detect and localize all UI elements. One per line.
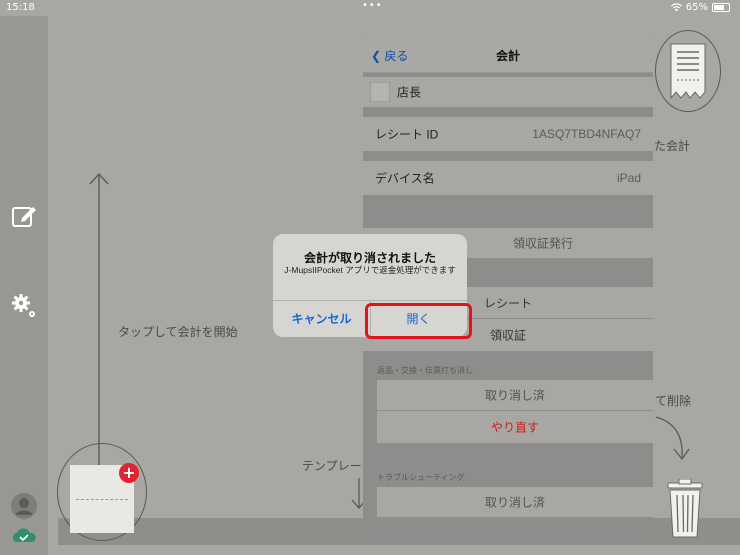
cloud-sync-icon[interactable] [10,528,38,544]
user-avatar-icon[interactable] [10,492,38,520]
cancel-button[interactable]: キャンセル [273,300,370,337]
hint-start: タップして会計を開始 [118,325,238,339]
staff-label: 店長 [397,85,422,100]
staff-avatar [370,82,390,102]
redo-button[interactable]: やり直す [377,411,653,443]
status-bar: 15:18 ••• 65% [0,0,740,16]
receipt-id-label: レシート ID [375,127,439,142]
dialog-title: 会計が取り消されました [303,251,436,265]
cancelled-row-1: 取り消し済 [377,380,653,410]
receipt-id-value: 1ASQ7TBD4NFAQ7 [532,127,641,141]
panel-title: 会計 [495,49,520,63]
troubleshooting-section-title: トラブルシューティング [377,473,465,482]
cancelled-row-2: 取り消し済 [377,487,653,517]
status-right: 65% [670,2,730,13]
status-time: 15:18 [6,2,35,13]
wifi-icon [670,3,682,12]
dialog-message: J-MupsIIPocket アプリで返金処理ができます [284,265,456,275]
edit-icon[interactable] [10,202,38,230]
returns-section-title: 返品・交換・伝票打ち消し [377,366,473,375]
trash-icon[interactable] [664,479,706,539]
add-icon[interactable]: + [119,463,139,483]
battery-icon [712,3,730,12]
curved-arrow-icon [655,416,690,461]
hint-receipt: た会計 [654,139,691,153]
battery-percent: 65% [685,2,708,13]
settings-icon[interactable] [10,292,38,320]
hint-delete: て削除 [655,394,692,408]
receipt-id-row: レシート ID 1ASQ7TBD4NFAQ7 [363,117,653,151]
panel-header: ❮ 戻る 会計 [363,37,653,73]
device-label: デバイス名 [375,171,435,186]
multitasking-dots[interactable]: ••• [362,0,383,11]
receipt-icon [670,43,706,100]
staff-row: 店長 [363,77,653,107]
sidebar [0,16,48,555]
device-row: デバイス名 iPad [363,161,653,195]
device-value: iPad [616,171,641,185]
highlight-box [365,303,472,339]
